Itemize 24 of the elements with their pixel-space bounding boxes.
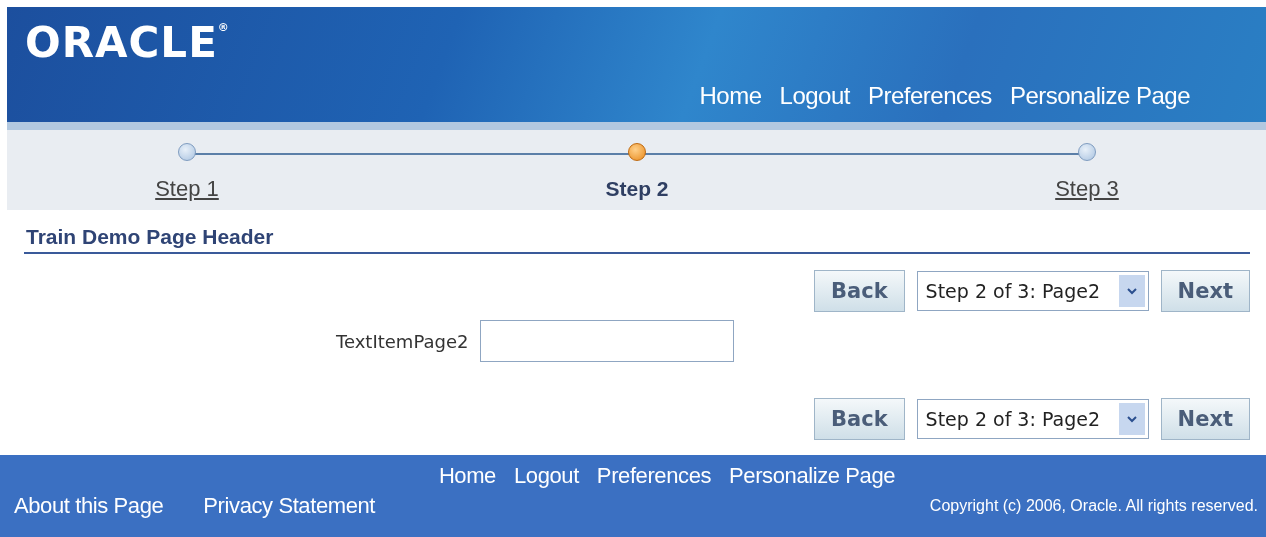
footer-link[interactable]: Preferences xyxy=(596,461,712,491)
next-button[interactable]: Next xyxy=(1160,270,1250,312)
header-link[interactable]: Logout xyxy=(779,82,850,110)
back-button[interactable]: Back xyxy=(814,270,905,312)
footer-link[interactable]: About this Page xyxy=(14,491,164,521)
next-button[interactable]: Next xyxy=(1160,398,1250,440)
current-step-label: Step 2 xyxy=(605,176,669,202)
footer-link[interactable]: Home xyxy=(438,461,496,491)
text-input-field[interactable] xyxy=(480,320,735,362)
step-link[interactable]: Step 1 xyxy=(155,176,219,202)
field-label: TextItemPage2 xyxy=(336,330,469,352)
footer-link[interactable]: Personalize Page xyxy=(729,461,896,491)
copyright-text: Copyright (c) 2006, Oracle. All rights reserved. xyxy=(929,497,1258,515)
page-header-title: Train Demo Page Header xyxy=(24,210,1250,254)
back-button[interactable]: Back xyxy=(814,398,905,440)
footer-link[interactable]: Privacy Statement xyxy=(203,491,376,521)
step-dropdown[interactable]: Step 2 of 3: Page2 xyxy=(916,271,1149,311)
header-link[interactable]: Home xyxy=(699,82,762,110)
step-dropdown[interactable]: Step 2 of 3: Page2 xyxy=(916,399,1149,439)
footer-link[interactable]: Logout xyxy=(513,461,579,491)
oracle-logo: ORACLE$^{®}$ xyxy=(25,21,230,65)
header-link[interactable]: Preferences xyxy=(867,82,992,110)
step-link[interactable]: Step 3 xyxy=(1055,176,1119,202)
header-link[interactable]: Personalize Page xyxy=(1009,82,1190,110)
